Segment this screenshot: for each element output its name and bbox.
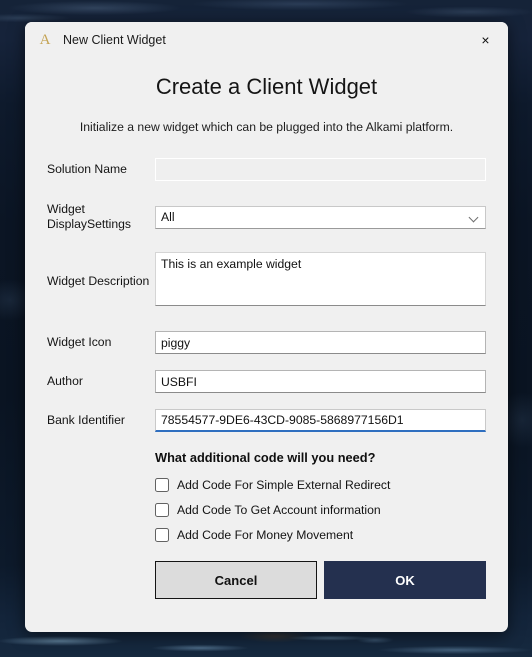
window-title: New Client Widget	[63, 33, 166, 47]
widget-icon-input[interactable]	[155, 331, 486, 354]
checkbox-row-account-information[interactable]: Add Code To Get Account information	[155, 503, 486, 517]
additional-code-section: What additional code will you need? Add …	[155, 450, 486, 542]
bank-identifier-label: Bank Identifier	[47, 413, 125, 427]
checkbox-label-external-redirect: Add Code For Simple External Redirect	[177, 478, 391, 492]
ok-button[interactable]: OK	[324, 561, 486, 599]
bank-identifier-input[interactable]	[155, 409, 486, 432]
widget-display-settings-label-line2: DisplaySettings	[47, 217, 131, 231]
dialog-titlebar[interactable]: A New Client Widget ×	[25, 22, 508, 58]
checkbox-label-account-information: Add Code To Get Account information	[177, 503, 381, 517]
checkbox-money-movement[interactable]	[155, 528, 169, 542]
page-subtitle: Initialize a new widget which can be plu…	[79, 120, 454, 134]
widget-description-input[interactable]	[155, 252, 486, 306]
widget-display-settings-select[interactable]: All	[155, 205, 486, 229]
form-row-widget-icon: Widget Icon	[47, 331, 486, 354]
widget-display-settings-label-line1: Widget	[47, 202, 85, 216]
cancel-button[interactable]: Cancel	[155, 561, 317, 599]
widget-display-settings-label: Widget DisplaySettings	[47, 202, 155, 232]
author-label: Author	[47, 374, 83, 388]
form-row-widget-display-settings: Widget DisplaySettings All	[47, 202, 486, 232]
form-row-bank-identifier: Bank Identifier	[47, 409, 486, 432]
form-row-author: Author	[47, 370, 486, 393]
widget-icon-label: Widget Icon	[47, 335, 112, 349]
new-client-widget-dialog: A New Client Widget × Create a Client Wi…	[25, 22, 508, 632]
close-icon[interactable]: ×	[463, 22, 508, 58]
form-row-solution-name: Solution Name	[47, 158, 486, 181]
page-title: Create a Client Widget	[155, 74, 378, 99]
widget-form: Solution Name Widget DisplaySettings All	[47, 158, 486, 432]
solution-name-label: Solution Name	[47, 162, 127, 176]
checkbox-label-money-movement: Add Code For Money Movement	[177, 528, 354, 542]
widget-description-label: Widget Description	[47, 274, 150, 288]
checkbox-row-money-movement[interactable]: Add Code For Money Movement	[155, 528, 486, 542]
form-row-widget-description: Widget Description	[47, 252, 486, 311]
checkbox-row-external-redirect[interactable]: Add Code For Simple External Redirect	[155, 478, 486, 492]
alkami-a-logo-icon: A	[39, 32, 51, 48]
author-input[interactable]	[155, 370, 486, 393]
checkbox-external-redirect[interactable]	[155, 478, 169, 492]
additional-code-heading: What additional code will you need?	[155, 450, 376, 465]
dialog-body: Create a Client Widget Initialize a new …	[25, 74, 508, 599]
checkbox-account-information[interactable]	[155, 503, 169, 517]
dialog-footer: Cancel OK	[155, 561, 486, 599]
solution-name-input[interactable]	[155, 158, 486, 181]
